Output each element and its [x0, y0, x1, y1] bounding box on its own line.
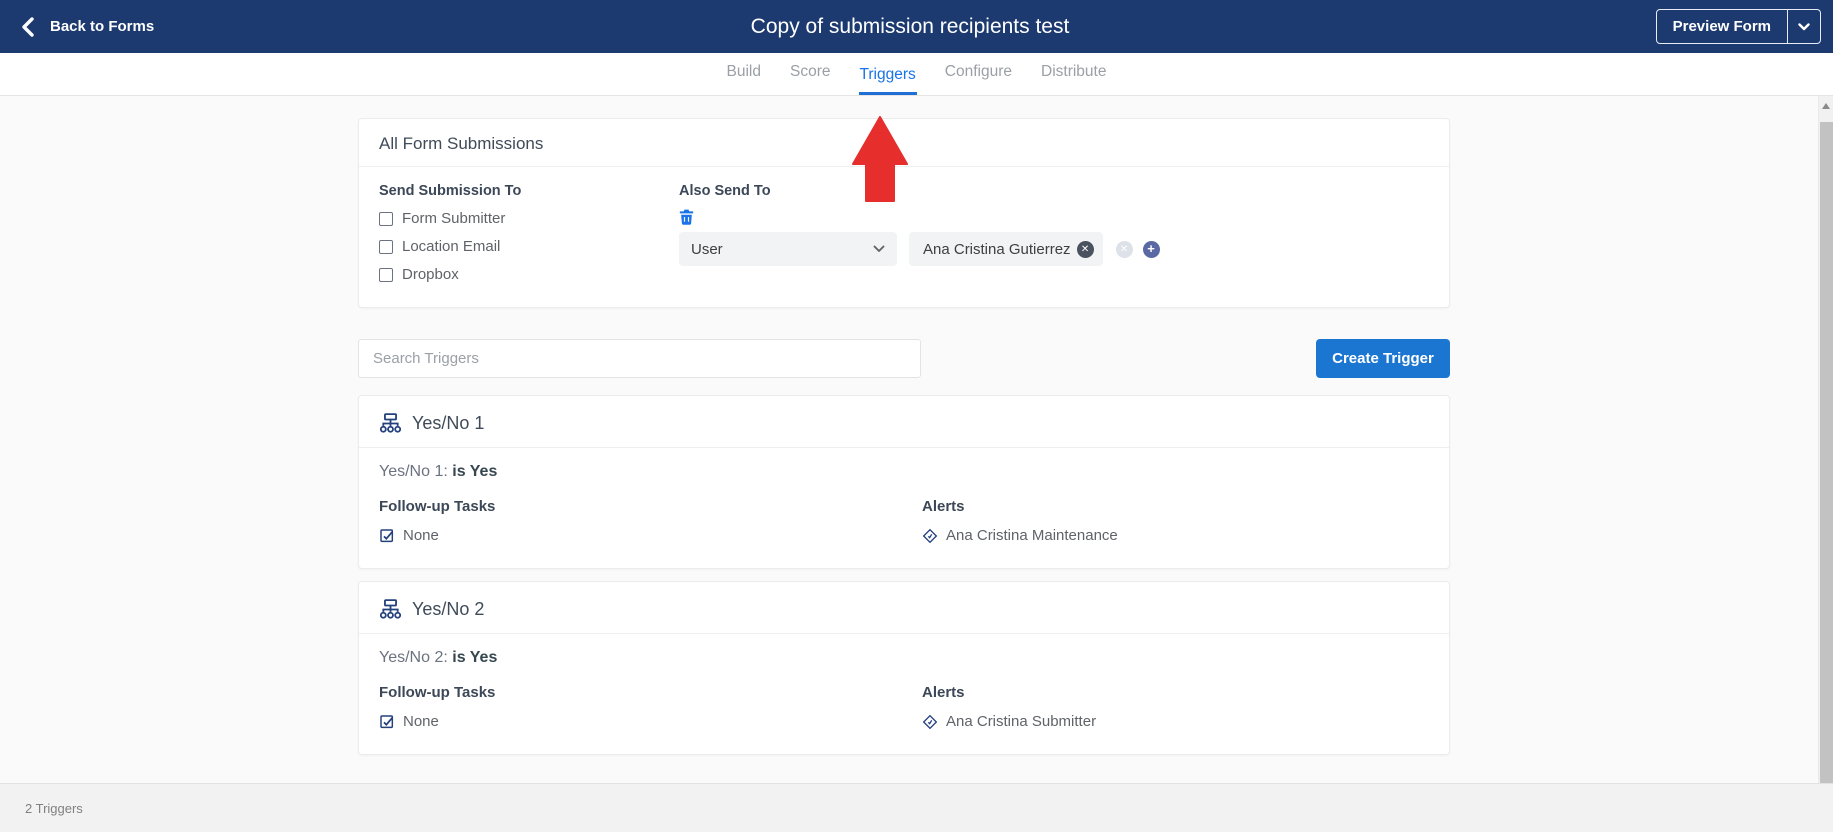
trigger-sitemap-icon	[379, 599, 402, 619]
recipient-chip-name: Ana Cristina Gutierrez	[923, 240, 1071, 258]
followup-task-value: None	[403, 527, 439, 544]
add-recipient-row-icon[interactable]: +	[1142, 240, 1160, 258]
alert-diamond-icon	[922, 528, 938, 543]
all-form-submissions-header: All Form Submissions	[359, 119, 1449, 167]
alerts-heading: Alerts	[922, 498, 965, 515]
alert-name: Ana Cristina Submitter	[946, 713, 1097, 730]
chevron-down-icon	[873, 245, 885, 252]
preview-form-button-group: Preview Form	[1655, 9, 1821, 44]
condition-value: is Yes	[452, 463, 498, 480]
followup-task-item: None	[379, 527, 922, 544]
create-trigger-button[interactable]: Create Trigger	[1316, 339, 1450, 378]
all-form-submissions-title: All Form Submissions	[379, 134, 544, 153]
tab-score[interactable]: Score	[789, 63, 832, 95]
trigger-sitemap-icon	[379, 413, 402, 433]
followup-tasks-heading: Follow-up Tasks	[379, 498, 496, 515]
alerts-section: Alerts Ana Cristina Maintenance	[922, 498, 1118, 544]
form-submitter-label: Form Submitter	[402, 210, 506, 227]
tab-build[interactable]: Build	[726, 63, 762, 95]
page-title: Copy of submission recipients test	[750, 14, 1070, 38]
trigger-card-yes-no-2: Yes/No 2 Yes/No 2: is Yes Follow-up Task…	[358, 581, 1450, 755]
main-content: All Form Submissions Send Submission To …	[0, 96, 1833, 783]
trigger-name[interactable]: Yes/No 1	[412, 413, 484, 434]
trigger-condition: Yes/No 2: is Yes	[359, 634, 1449, 667]
also-send-to-heading: Also Send To	[679, 183, 771, 199]
alerts-section: Alerts Ana Cristina Submitter	[922, 684, 1096, 730]
also-send-to-column: Also Send To User Ana Cristina Gutierrez…	[679, 183, 1160, 283]
followup-task-value: None	[403, 713, 439, 730]
condition-value: is Yes	[452, 649, 498, 666]
trigger-card-yes-no-1: Yes/No 1 Yes/No 1: is Yes Follow-up Task…	[358, 395, 1450, 569]
trigger-name[interactable]: Yes/No 2	[412, 599, 484, 620]
app-window: Back to Forms Copy of submission recipie…	[0, 0, 1833, 832]
dropbox-checkbox[interactable]	[379, 267, 393, 282]
recipient-type-value: User	[691, 240, 723, 258]
tab-triggers[interactable]: Triggers	[858, 66, 917, 95]
recipient-chip: Ana Cristina Gutierrez ✕	[909, 232, 1103, 266]
checkbox-row-form-submitter[interactable]: Form Submitter	[379, 210, 679, 227]
followup-tasks-section: Follow-up Tasks None	[379, 498, 922, 544]
all-form-submissions-card: All Form Submissions Send Submission To …	[358, 118, 1450, 308]
triggers-toolbar: Create Trigger	[358, 339, 1450, 378]
alert-item: Ana Cristina Maintenance	[922, 527, 1118, 544]
preview-form-button[interactable]: Preview Form	[1657, 10, 1787, 43]
form-submitter-checkbox[interactable]	[379, 211, 393, 226]
alert-diamond-icon	[922, 714, 938, 729]
status-footer: 2 Triggers	[0, 783, 1833, 832]
send-submission-to-heading: Send Submission To	[379, 183, 522, 199]
remove-recipient-row-icon[interactable]: ✕	[1115, 240, 1133, 258]
trigger-header: Yes/No 1	[359, 396, 1449, 448]
alert-item: Ana Cristina Submitter	[922, 713, 1096, 730]
checkbox-row-location-email[interactable]: Location Email	[379, 238, 679, 255]
tab-distribute[interactable]: Distribute	[1040, 63, 1107, 95]
condition-field: Yes/No 1:	[379, 463, 448, 480]
top-header: Back to Forms Copy of submission recipie…	[0, 0, 1833, 53]
checkbox-row-dropbox[interactable]: Dropbox	[379, 266, 679, 283]
condition-field: Yes/No 2:	[379, 649, 448, 666]
chip-remove-icon[interactable]: ✕	[1076, 240, 1094, 258]
checked-checkbox-icon	[380, 714, 394, 728]
alerts-heading: Alerts	[922, 684, 965, 701]
alert-name: Ana Cristina Maintenance	[946, 527, 1118, 544]
recipient-type-select[interactable]: User	[679, 232, 897, 266]
chevron-left-icon	[20, 16, 36, 37]
trash-icon	[679, 209, 694, 225]
trigger-header: Yes/No 2	[359, 582, 1449, 634]
followup-tasks-heading: Follow-up Tasks	[379, 684, 496, 701]
delete-recipient-button[interactable]	[679, 209, 694, 225]
preview-form-dropdown-toggle[interactable]	[1787, 10, 1820, 43]
scrollbar-thumb[interactable]	[1820, 122, 1833, 783]
followup-tasks-section: Follow-up Tasks None	[379, 684, 922, 730]
checked-checkbox-icon	[380, 528, 394, 542]
dropbox-label: Dropbox	[402, 266, 459, 283]
recipient-row: User Ana Cristina Gutierrez ✕ ✕ +	[679, 232, 1160, 266]
tab-configure[interactable]: Configure	[944, 63, 1013, 95]
back-to-forms-label: Back to Forms	[50, 18, 155, 35]
back-to-forms-button[interactable]: Back to Forms	[20, 16, 155, 37]
location-email-label: Location Email	[402, 238, 501, 255]
location-email-checkbox[interactable]	[379, 239, 393, 254]
form-tabbar: Build Score Triggers Configure Distribut…	[0, 53, 1833, 96]
followup-task-item: None	[379, 713, 922, 730]
vertical-scrollbar[interactable]	[1818, 96, 1833, 783]
search-triggers-input[interactable]	[358, 339, 921, 378]
trigger-count-label: 2 Triggers	[25, 800, 83, 816]
chevron-down-icon	[1798, 22, 1810, 30]
trigger-condition: Yes/No 1: is Yes	[359, 448, 1449, 481]
scrollbar-up-arrow-icon[interactable]	[1822, 103, 1830, 109]
send-submission-to-column: Send Submission To Form Submitter Locati…	[379, 183, 679, 283]
